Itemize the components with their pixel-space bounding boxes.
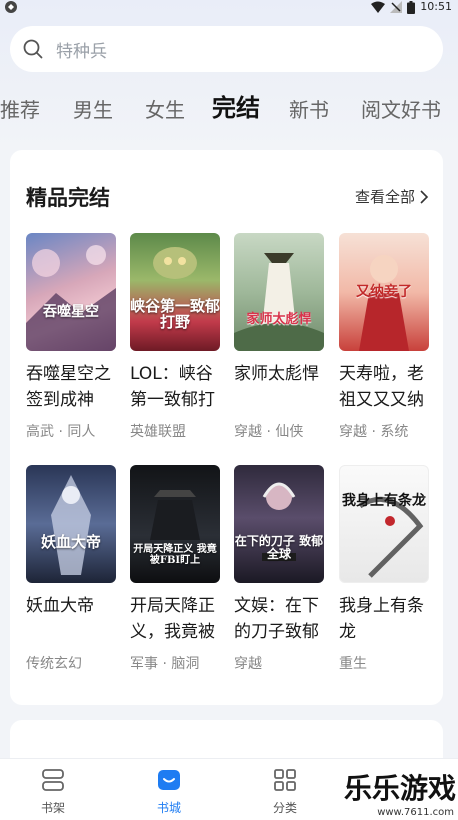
category-grid-icon (274, 769, 296, 791)
bookshelf-icon (42, 769, 64, 791)
book-cover[interactable]: 又纳妾了 (339, 233, 429, 351)
completed-section-card: 精品完结 查看全部 吞噬星空 吞噬星空之签到成神 高武 · 同人 峡谷第一致郁打… (10, 150, 443, 705)
status-time: 10:51 (420, 0, 452, 13)
nav-category[interactable]: 分类 (255, 767, 315, 816)
tab-recommend[interactable]: 推荐 (0, 92, 40, 128)
nav-label: 书架 (40, 801, 65, 815)
book-item[interactable]: 吞噬星空 吞噬星空之签到成神 高武 · 同人 (26, 233, 118, 441)
view-all-label: 查看全部 (354, 188, 415, 206)
book-item[interactable]: 峡谷第一致郁打野 LOL：峡谷第一致郁打 英雄联盟 (130, 233, 222, 441)
search-bar[interactable]: 特种兵 (10, 26, 443, 72)
watermark-logo: 乐乐游戏 www.7611.com (344, 772, 456, 818)
book-cover[interactable]: 在下的刀子 致郁全球 (234, 465, 324, 583)
wifi-icon (371, 1, 386, 13)
cover-text: 家师太彪悍 (246, 312, 312, 327)
view-all-link[interactable]: 查看全部 (355, 186, 429, 207)
book-title: LOL：峡谷第一致郁打 (130, 364, 215, 410)
tab-good-books[interactable]: 阅文好书 (361, 92, 441, 128)
battery-icon (407, 0, 416, 14)
watermark-text: 乐乐游戏 (344, 772, 456, 805)
book-cover[interactable]: 妖血大帝 (26, 465, 116, 583)
section-title: 精品完结 (26, 186, 110, 210)
category-tabs: 推荐 男生 女生 完结 新书 阅文好书 (0, 92, 458, 128)
book-tags: 穿越 · 仙侠 (234, 424, 304, 440)
nav-label: 分类 (272, 801, 297, 815)
book-title: 文娱：在下的刀子致郁 (234, 596, 319, 642)
book-item[interactable]: 又纳妾了 天寿啦，老祖又又又纳 穿越 · 系统 (339, 233, 431, 441)
book-title: 妖血大帝 (26, 596, 94, 616)
book-title: 天寿啦，老祖又又又纳 (339, 364, 424, 410)
chevron-right-icon (420, 189, 429, 204)
nav-bookshelf[interactable]: 书架 (23, 767, 83, 816)
book-cover[interactable]: 家师太彪悍 (234, 233, 324, 351)
book-cover[interactable]: 峡谷第一致郁打野 (130, 233, 220, 351)
book-tags: 军事 · 脑洞 (130, 656, 200, 672)
cover-text: 又纳妾了 (356, 284, 412, 300)
cover-text: 峡谷第一致郁打野 (130, 297, 220, 331)
book-item[interactable]: 家师太彪悍 家师太彪悍 穿越 · 仙侠 (234, 233, 326, 441)
book-item[interactable]: 我身上有条龙 我身上有条龙 重生 (339, 465, 431, 673)
book-title: 我身上有条龙 (339, 596, 424, 642)
cover-text: 开局天降正义 我竟被FBI盯上 (133, 544, 217, 566)
book-cover[interactable]: 吞噬星空 (26, 233, 116, 351)
tab-male[interactable]: 男生 (73, 92, 113, 128)
book-tags: 高武 · 同人 (26, 424, 96, 440)
book-item[interactable]: 开局天降正义 我竟被FBI盯上 开局天降正义，我竟被 军事 · 脑洞 (130, 465, 222, 673)
cover-text: 妖血大帝 (40, 533, 101, 551)
nav-label: 书城 (156, 801, 181, 815)
search-icon (23, 39, 43, 59)
tab-female[interactable]: 女生 (145, 92, 185, 128)
cover-text: 在下的刀子 致郁全球 (234, 534, 324, 561)
cover-text: 吞噬星空 (43, 304, 99, 320)
book-tags: 英雄联盟 (130, 424, 186, 440)
tab-completed[interactable]: 完结 (212, 90, 260, 126)
book-title: 家师太彪悍 (234, 364, 319, 384)
search-placeholder: 特种兵 (56, 41, 107, 62)
book-cover[interactable]: 开局天降正义 我竟被FBI盯上 (130, 465, 220, 583)
book-tags: 穿越 · 系统 (339, 424, 409, 440)
cover-text: 我身上有条龙 (342, 493, 426, 509)
book-tags: 传统玄幻 (26, 656, 82, 672)
book-item[interactable]: 妖血大帝 妖血大帝 传统玄幻 (26, 465, 118, 673)
book-cover[interactable]: 我身上有条龙 (339, 465, 429, 583)
book-item[interactable]: 在下的刀子 致郁全球 文娱：在下的刀子致郁 穿越 (234, 465, 326, 673)
book-title: 开局天降正义，我竟被 (130, 596, 215, 642)
book-tags: 重生 (339, 656, 367, 672)
no-signal-icon (390, 1, 403, 13)
status-bar: 10:51 (0, 0, 458, 14)
tab-new-books[interactable]: 新书 (289, 92, 329, 128)
bookstore-icon (158, 770, 180, 790)
nav-bookstore[interactable]: 书城 (139, 767, 199, 816)
watermark-url: www.7611.com (377, 807, 454, 818)
app-indicator-icon (5, 1, 17, 13)
book-tags: 穿越 (234, 656, 262, 672)
book-title: 吞噬星空之签到成神 (26, 364, 111, 410)
